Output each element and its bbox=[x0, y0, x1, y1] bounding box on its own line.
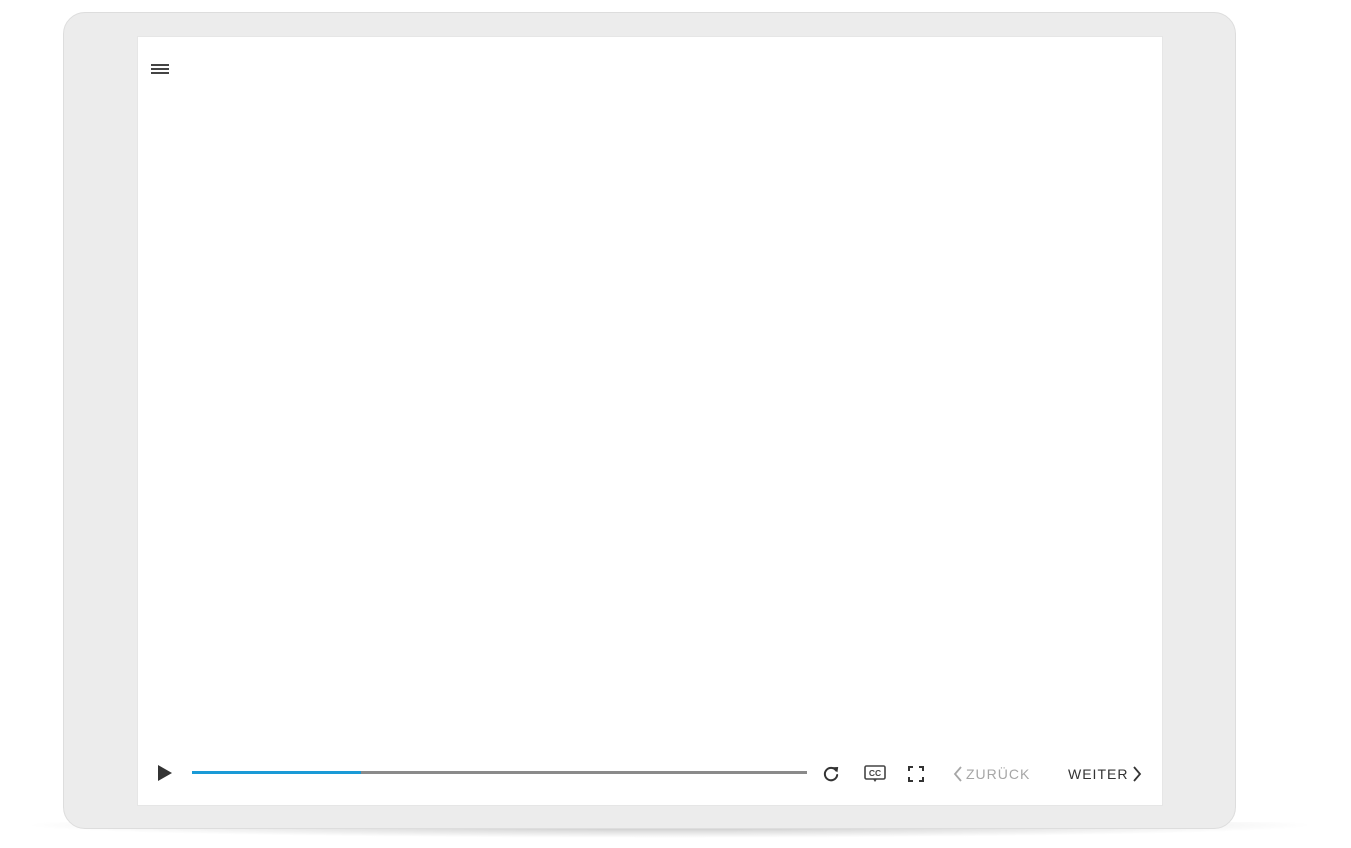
chevron-right-icon bbox=[1132, 766, 1142, 782]
player-screen: CC ZURÜCK WEITER bbox=[138, 37, 1162, 805]
fullscreen-icon bbox=[905, 763, 927, 785]
next-button-label: WEITER bbox=[1068, 766, 1129, 782]
captions-label: CC bbox=[869, 768, 881, 778]
next-button[interactable]: WEITER bbox=[1068, 763, 1142, 785]
hamburger-menu-icon bbox=[148, 59, 172, 79]
closed-captions-button[interactable]: CC bbox=[863, 763, 887, 785]
closed-captions-icon: CC bbox=[863, 763, 887, 785]
player-controls: CC ZURÜCK WEITER bbox=[138, 753, 1162, 793]
replay-icon bbox=[820, 763, 842, 785]
seek-bar[interactable] bbox=[192, 771, 807, 774]
play-icon bbox=[154, 765, 174, 787]
stage: CC ZURÜCK WEITER bbox=[0, 0, 1351, 848]
replay-button[interactable] bbox=[820, 763, 842, 785]
prev-button[interactable]: ZURÜCK bbox=[953, 763, 1030, 785]
prev-button-label: ZURÜCK bbox=[966, 766, 1031, 782]
seek-bar-progress bbox=[192, 771, 362, 774]
chevron-left-icon bbox=[953, 766, 963, 782]
menu-button[interactable] bbox=[148, 59, 172, 79]
play-button[interactable] bbox=[154, 763, 174, 783]
slide-content-area bbox=[138, 97, 1162, 787]
fullscreen-button[interactable] bbox=[905, 763, 927, 785]
